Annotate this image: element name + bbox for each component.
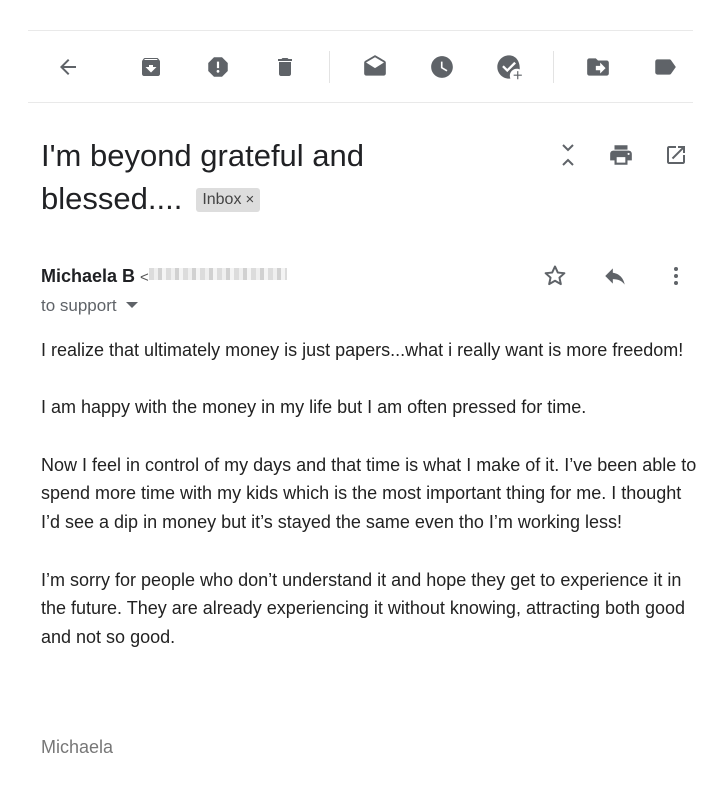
snooze-button[interactable]: [428, 53, 456, 81]
chevron-down-icon: [125, 302, 138, 308]
sender-name[interactable]: Michaela B: [41, 266, 135, 286]
sender-line: Michaela B <: [41, 264, 287, 290]
move-to-icon: [587, 58, 609, 76]
mark-unread-icon: [364, 55, 386, 76]
body-paragraph: I realize that ultimately money is just …: [41, 340, 684, 360]
star-button[interactable]: [541, 262, 569, 290]
expand-all-button[interactable]: [554, 141, 582, 169]
signature: Michaela: [41, 737, 114, 757]
recipient-text: to support: [41, 296, 117, 315]
report-spam-button[interactable]: [204, 53, 232, 81]
clock-icon: [431, 56, 453, 78]
message-body: I realize that ultimately money is just …: [41, 336, 701, 680]
report-spam-icon: [208, 57, 228, 77]
toolbar-separator: [553, 51, 554, 83]
body-paragraph: I’m sorry for people who don’t understan…: [41, 569, 686, 647]
archive-icon: [142, 58, 160, 76]
mark-unread-button[interactable]: [361, 53, 389, 81]
email-subject: I'm beyond grateful and blessed.... Inbox…: [41, 134, 481, 220]
add-task-icon: [497, 55, 522, 80]
print-icon: [610, 145, 632, 165]
trash-icon: [278, 58, 292, 76]
reply-button[interactable]: [601, 262, 629, 290]
toolbar-separator: [329, 51, 330, 83]
body-paragraph: Now I feel in control of my days and tha…: [41, 454, 697, 533]
body-paragraph: I am happy with the money in my life but…: [41, 397, 587, 418]
redacted-email: [148, 268, 287, 280]
label-chip-text: Inbox: [202, 191, 242, 208]
toolbar: [28, 30, 693, 103]
move-to-button[interactable]: [584, 53, 612, 81]
more-vertical-icon: [674, 267, 678, 285]
sender-email-bracket: <: [140, 269, 149, 286]
star-icon: [544, 265, 566, 286]
remove-label-icon[interactable]: ×: [245, 191, 254, 208]
archive-button[interactable]: [137, 53, 165, 81]
open-in-new-window-icon: [667, 146, 685, 164]
open-in-new-window-button[interactable]: [662, 141, 690, 169]
inbox-label-chip[interactable]: Inbox ×: [196, 188, 261, 212]
label-icon: [655, 59, 676, 75]
print-button[interactable]: [607, 141, 635, 169]
reply-icon: [605, 268, 625, 285]
arrow-left-icon: [60, 59, 76, 75]
delete-button[interactable]: [271, 53, 299, 81]
labels-button[interactable]: [651, 53, 679, 81]
more-options-button[interactable]: [662, 262, 690, 290]
back-button[interactable]: [54, 53, 82, 81]
expand-collapse-icon: [562, 144, 574, 166]
recipient-details-toggle[interactable]: to support: [41, 296, 138, 316]
add-to-tasks-button[interactable]: [495, 53, 523, 81]
